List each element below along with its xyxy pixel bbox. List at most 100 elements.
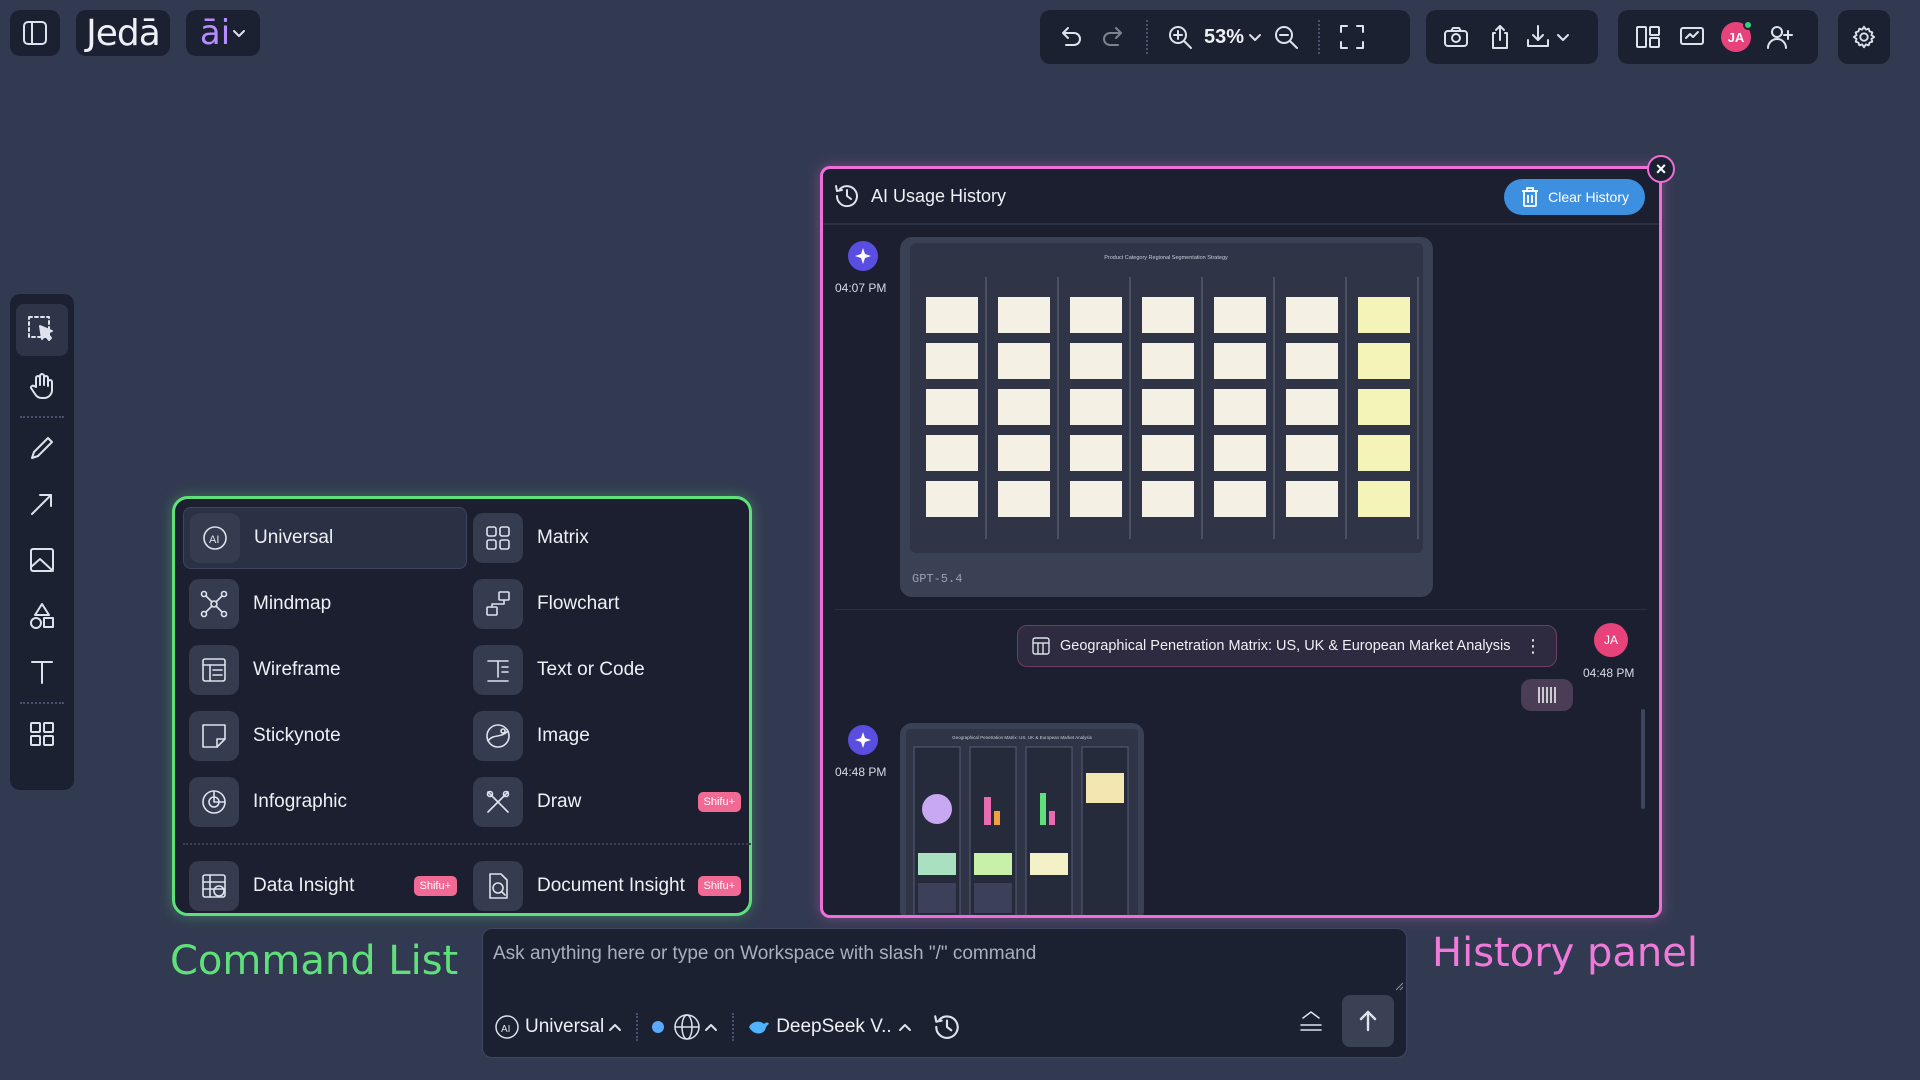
- matrix-note: [998, 389, 1050, 425]
- command-image[interactable]: Image: [467, 705, 751, 767]
- expand-button[interactable]: [1298, 1008, 1324, 1039]
- screenshot-button[interactable]: [1436, 17, 1476, 57]
- command-label: Infographic: [253, 791, 348, 812]
- shapes-tool[interactable]: [16, 590, 68, 642]
- mindmap-icon: [189, 579, 239, 629]
- command-data-insight[interactable]: Data Insight Shifu+: [183, 855, 467, 917]
- chevron-up-icon: [898, 1024, 911, 1031]
- gear-icon: [1852, 25, 1876, 49]
- toolbar-divider: [20, 702, 64, 704]
- user-prompt-message[interactable]: Geographical Penetration Matrix: US, UK …: [1017, 625, 1557, 667]
- matrix-note: [1070, 343, 1122, 379]
- sidebar-toggle-button[interactable]: [10, 10, 60, 56]
- command-flowchart[interactable]: Flowchart: [467, 573, 751, 635]
- user-prompt-text: Geographical Penetration Matrix: US, UK …: [1060, 638, 1511, 654]
- zoom-out-icon: [1275, 26, 1299, 49]
- scrollbar[interactable]: [1641, 709, 1645, 809]
- command-matrix[interactable]: Matrix: [467, 507, 751, 569]
- fit-screen-button[interactable]: [1332, 17, 1372, 57]
- zoom-level-dropdown[interactable]: 53%: [1204, 17, 1262, 57]
- layout-button[interactable]: [1628, 17, 1668, 57]
- command-universal[interactable]: AI Universal: [183, 507, 467, 569]
- arrow-tool[interactable]: [16, 478, 68, 530]
- ai-avatar: [848, 241, 878, 271]
- invite-user-button[interactable]: [1760, 17, 1800, 57]
- history-thumbnail[interactable]: Geographical Penetration Matrix: US, UK …: [900, 723, 1144, 915]
- matrix-note: [926, 435, 978, 471]
- download-icon: [1527, 25, 1549, 47]
- select-tool[interactable]: [16, 304, 68, 356]
- zoom-in-button[interactable]: [1160, 17, 1200, 57]
- undo-icon: [1062, 27, 1081, 46]
- command-label: Draw: [537, 791, 582, 812]
- close-history-button[interactable]: ×: [1647, 155, 1675, 183]
- sparkle-icon: [855, 732, 871, 748]
- ai-logo: āi: [199, 13, 231, 53]
- command-document-insight[interactable]: Document Insight Shifu+: [467, 855, 751, 917]
- text-tool[interactable]: [16, 646, 68, 698]
- image-tool[interactable]: [16, 534, 68, 586]
- send-button[interactable]: [1342, 995, 1394, 1047]
- command-mindmap[interactable]: Mindmap: [183, 573, 467, 635]
- pen-tool[interactable]: [16, 422, 68, 474]
- matrix-note: [1286, 343, 1338, 379]
- fit-screen-icon: [1340, 25, 1365, 49]
- command-text-or-code[interactable]: Text or Code: [467, 639, 751, 701]
- user-avatar[interactable]: JA: [1716, 17, 1756, 57]
- matrix-note: [1214, 343, 1266, 379]
- clear-history-button[interactable]: Clear History: [1504, 179, 1645, 215]
- command-label: Universal: [254, 527, 334, 548]
- undo-button[interactable]: [1050, 17, 1090, 57]
- matrix-note: [1142, 297, 1194, 333]
- zoom-out-button[interactable]: [1266, 17, 1306, 57]
- presentation-button[interactable]: [1672, 17, 1712, 57]
- command-divider: [183, 843, 751, 845]
- infographic-preview: Geographical Penetration Matrix: US, UK …: [906, 729, 1138, 915]
- command-label: Data Insight: [253, 875, 355, 896]
- settings-button[interactable]: [1844, 17, 1884, 57]
- matrix-preview-title: Product Category Regional Segmentation S…: [1104, 255, 1228, 261]
- document-insight-icon: [473, 861, 523, 911]
- command-draw[interactable]: Draw Shifu+: [467, 771, 751, 833]
- matrix-note: [1358, 435, 1410, 471]
- history-panel-annotation: History panel: [1432, 930, 1698, 976]
- svg-text:AI: AI: [501, 1024, 510, 1035]
- grid-icon: [30, 722, 54, 746]
- matrix-note: [1214, 297, 1266, 333]
- chevron-down-icon: [233, 30, 246, 37]
- shifu-plus-badge: Shifu+: [697, 876, 741, 896]
- command-label: Mindmap: [253, 593, 332, 614]
- history-timestamp: 04:48 PM: [1583, 666, 1635, 680]
- command-infographic[interactable]: Infographic: [183, 771, 467, 833]
- chevron-down-icon: [1249, 34, 1262, 41]
- more-options-icon[interactable]: ⋮: [1524, 636, 1542, 657]
- chevron-down-icon: [1557, 34, 1569, 41]
- apps-tool[interactable]: [16, 708, 68, 760]
- history-toggle-button[interactable]: [932, 1012, 962, 1042]
- command-label: Matrix: [537, 527, 589, 548]
- share-button[interactable]: [1480, 17, 1520, 57]
- chat-input-placeholder[interactable]: Ask anything here or type on Workspace w…: [493, 943, 1036, 965]
- add-user-icon: [1767, 26, 1793, 49]
- download-dropdown[interactable]: [1524, 17, 1570, 57]
- command-wireframe[interactable]: Wireframe: [183, 639, 467, 701]
- hand-tool[interactable]: [16, 360, 68, 412]
- mode-selector[interactable]: AI Universal: [493, 1013, 622, 1041]
- history-thumbnail[interactable]: Product Category Regional Segmentation S…: [900, 237, 1433, 597]
- zoom-level: 53%: [1204, 25, 1245, 48]
- text-icon: [31, 661, 53, 684]
- globe-icon: [674, 1014, 700, 1040]
- command-stickynote[interactable]: Stickynote: [183, 705, 467, 767]
- model-selector[interactable]: DeepSeek V..: [748, 1016, 912, 1038]
- trash-icon: [1522, 187, 1539, 207]
- ai-menu-button[interactable]: āi: [186, 10, 260, 56]
- chat-input-box[interactable]: Ask anything here or type on Workspace w…: [482, 928, 1407, 1058]
- barcode-chip[interactable]: [1521, 679, 1573, 711]
- matrix-note: [1070, 481, 1122, 517]
- brand-logo[interactable]: Jedā: [76, 10, 170, 56]
- resize-handle-icon[interactable]: [1394, 981, 1404, 991]
- matrix-note: [1214, 435, 1266, 471]
- web-search-toggle[interactable]: [672, 1012, 718, 1042]
- redo-button[interactable]: [1094, 17, 1134, 57]
- command-list-panel: AI Universal Matrix Mindmap Flowchart Wi…: [172, 496, 752, 916]
